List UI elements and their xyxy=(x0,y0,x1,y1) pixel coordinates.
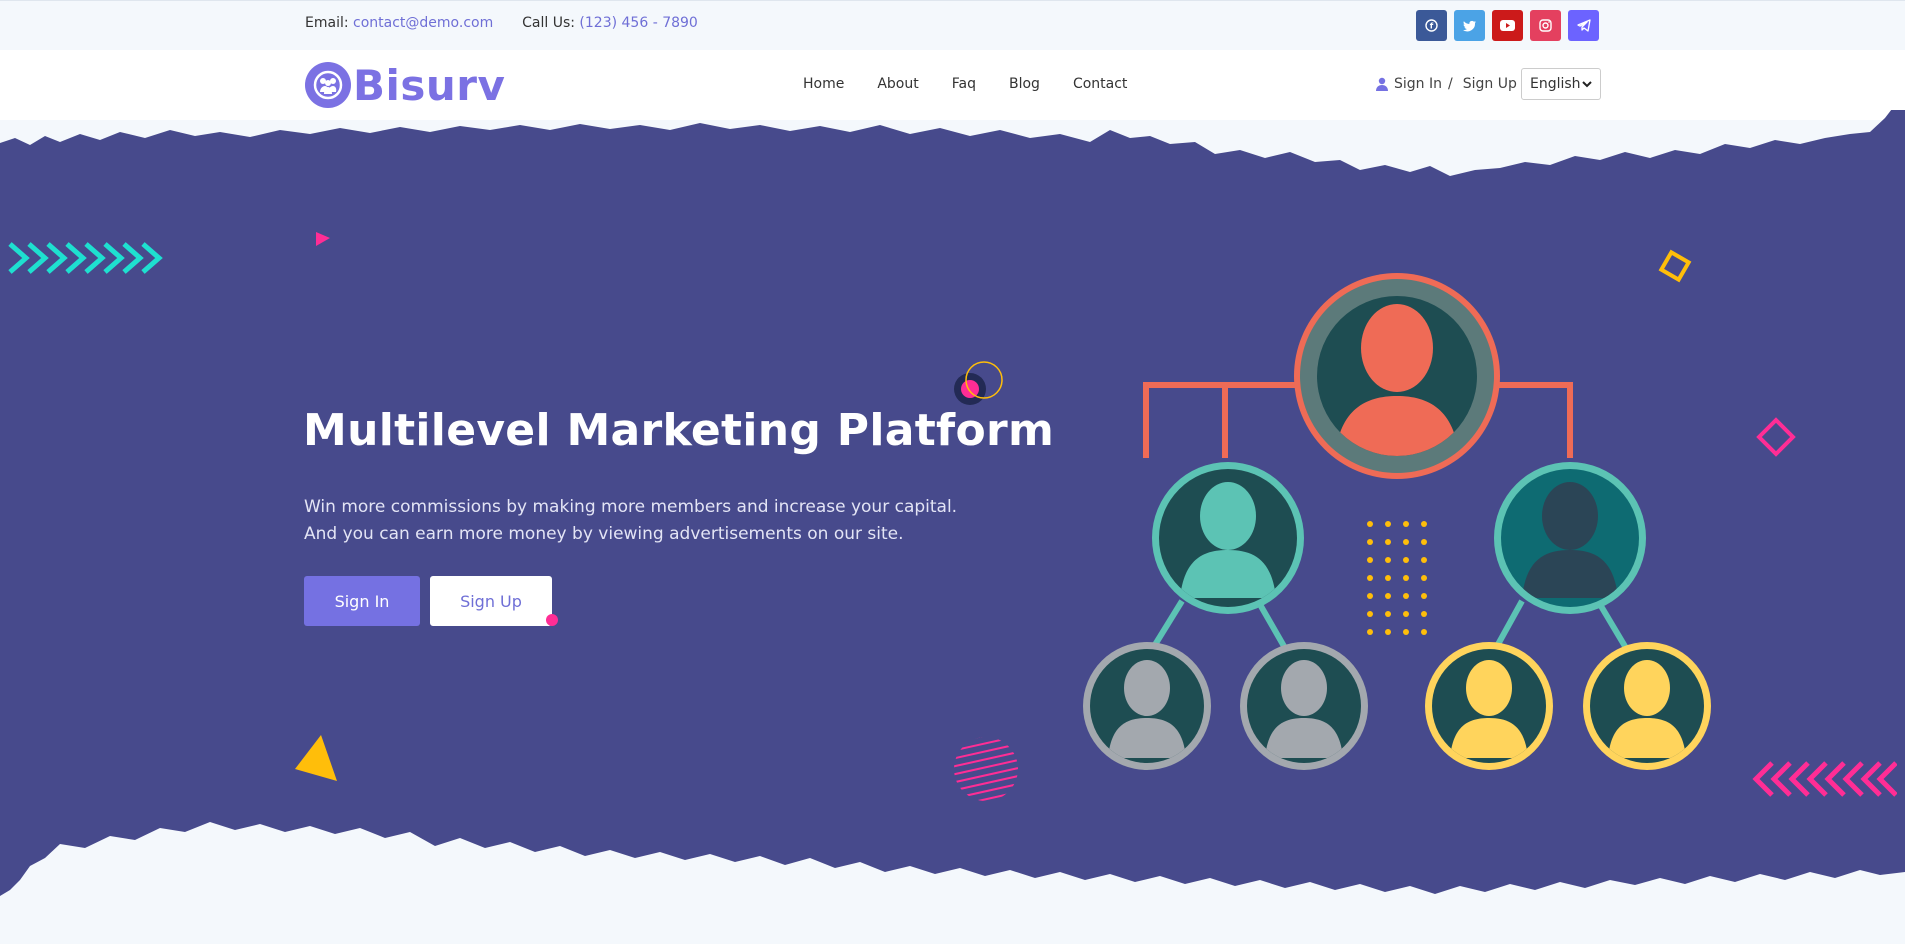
pink-triangle-decoration xyxy=(316,232,330,246)
nav-home[interactable]: Home xyxy=(803,76,844,92)
chevron-down-icon xyxy=(1582,80,1592,87)
social-links: f xyxy=(1416,10,1599,41)
hero-description: Win more commissions by making more memb… xyxy=(304,497,958,544)
hero-sign-up-button[interactable]: Sign Up xyxy=(430,576,552,626)
logo-text: Bisurv xyxy=(353,60,506,110)
svg-text:f: f xyxy=(1430,22,1434,31)
dots-pattern xyxy=(1367,521,1427,635)
pink-dot-decoration xyxy=(546,614,558,626)
twitter-icon[interactable] xyxy=(1454,10,1485,41)
nav-blog[interactable]: Blog xyxy=(1009,76,1040,92)
language-value: English xyxy=(1530,76,1581,92)
user-icon xyxy=(1376,77,1388,91)
facebook-icon[interactable]: f xyxy=(1416,10,1447,41)
nav-contact[interactable]: Contact xyxy=(1073,76,1127,92)
main-menu: Home About Faq Blog Contact xyxy=(803,76,1127,92)
hero-sign-in-button[interactable]: Sign In xyxy=(304,576,420,626)
teal-chevrons-decoration xyxy=(8,242,163,274)
telegram-icon[interactable] xyxy=(1568,10,1599,41)
top-bar: Email: contact@demo.com Call Us: (123) 4… xyxy=(0,0,1905,50)
email-label: Email: xyxy=(305,15,349,31)
yellow-triangle-decoration xyxy=(295,735,337,781)
pink-diamond-decoration xyxy=(1756,417,1796,457)
nav-sign-in[interactable]: Sign In xyxy=(1394,76,1442,92)
youtube-icon[interactable] xyxy=(1492,10,1523,41)
logo[interactable]: Bisurv xyxy=(305,60,505,110)
network-illustration xyxy=(1083,273,1711,770)
striped-circle-decoration xyxy=(954,737,1018,801)
phone-label: Call Us: xyxy=(522,15,575,31)
phone-link[interactable]: (123) 456 - 7890 xyxy=(579,15,697,31)
nav-faq[interactable]: Faq xyxy=(952,76,976,92)
auth-separator: / xyxy=(1448,76,1453,92)
contact-info: Email: contact@demo.com Call Us: (123) 4… xyxy=(305,15,698,31)
pink-chevrons-decoration xyxy=(1752,761,1897,797)
language-select[interactable]: English xyxy=(1521,68,1601,100)
logo-icon xyxy=(305,62,351,108)
hero-title: Multilevel Marketing Platform xyxy=(303,405,1055,456)
instagram-icon[interactable] xyxy=(1530,10,1561,41)
auth-links: Sign In / Sign Up xyxy=(1376,76,1517,92)
nav-sign-up[interactable]: Sign Up xyxy=(1463,76,1517,92)
circles-decoration xyxy=(954,361,1003,405)
nav-about[interactable]: About xyxy=(877,76,918,92)
email-link[interactable]: contact@demo.com xyxy=(353,15,493,31)
